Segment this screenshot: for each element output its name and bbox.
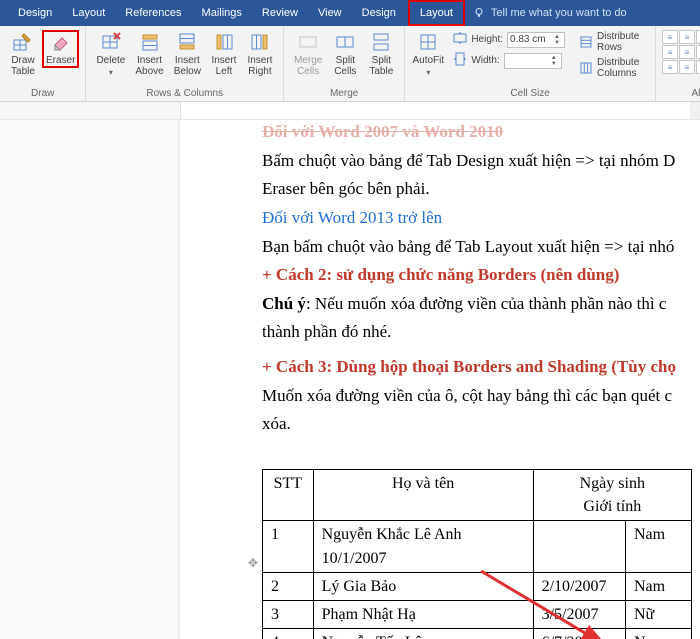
body-text: Muốn xóa đường viền của ô, cột hay bảng … bbox=[262, 384, 700, 409]
method-3-heading: + Cách 3: Dùng hộp thoại Borders and Sha… bbox=[262, 355, 700, 380]
stepper-icon[interactable]: ▲▼ bbox=[552, 34, 562, 46]
width-label: Width: bbox=[471, 55, 499, 66]
body-text: xóa. bbox=[262, 412, 700, 437]
body-text: Eraser bên góc bên phải. bbox=[262, 177, 700, 202]
draw-table-button[interactable]: Draw Table bbox=[6, 30, 40, 79]
ribbon: Draw Table Eraser Draw Delete ▾ bbox=[0, 26, 700, 102]
width-input[interactable]: ▲▼ bbox=[504, 53, 562, 69]
group-merge: Merge Cells Split Cells Split Table Merg… bbox=[284, 26, 405, 101]
body-text: thành phần đó nhé. bbox=[262, 320, 700, 345]
col-name: Họ và tên bbox=[313, 470, 533, 521]
stepper-icon[interactable]: ▲▼ bbox=[549, 55, 559, 67]
table-row[interactable]: 2 Lý Gia Bảo 2/10/2007 Nam bbox=[263, 572, 692, 600]
delete-table-icon bbox=[101, 32, 121, 52]
tell-me-placeholder: Tell me what you want to do bbox=[491, 7, 627, 19]
insert-above-icon bbox=[140, 32, 160, 52]
table-header-row: STT Họ và tên Ngày sinh Giới tính bbox=[263, 470, 692, 521]
body-text: Chú ý: Nếu muốn xóa đường viền của thành… bbox=[262, 292, 700, 317]
distribute-rows-button[interactable]: Distribute Rows bbox=[575, 30, 649, 54]
distribute-columns-icon bbox=[579, 61, 593, 75]
insert-right-icon bbox=[250, 32, 270, 52]
table-row[interactable]: 1 Nguyễn Khắc Lê Anh10/1/2007 Nam bbox=[263, 521, 692, 572]
table-row[interactable]: 3 Phạm Nhật Hạ 3/5/2007 Nữ bbox=[263, 600, 692, 628]
method-2-heading: + Cách 2: sử dụng chức năng Borders (nên… bbox=[262, 263, 700, 288]
group-alignment-label: Alignment bbox=[662, 87, 700, 101]
chevron-down-icon: ▾ bbox=[109, 67, 113, 78]
split-cells-button[interactable]: Split Cells bbox=[328, 30, 362, 79]
col-stt: STT bbox=[263, 470, 314, 521]
insert-below-button[interactable]: Insert Below bbox=[170, 30, 205, 79]
insert-left-icon bbox=[214, 32, 234, 52]
merge-cells-icon bbox=[298, 32, 318, 52]
data-table[interactable]: STT Họ và tên Ngày sinh Giới tính 1 Nguy… bbox=[262, 469, 692, 639]
tab-table-design[interactable]: Design bbox=[352, 0, 406, 26]
ribbon-tabs: Design Layout References Mailings Review… bbox=[0, 0, 700, 26]
table-row[interactable]: 4 Nguyễn Tấn Lộc 6/7/2007 Nam bbox=[263, 629, 692, 639]
insert-below-icon bbox=[177, 32, 197, 52]
document-area: Đối với Word 2007 và Word 2010 Bấm chuột… bbox=[0, 120, 700, 639]
alignment-grid[interactable]: ≡≡≡ ≡≡≡ ≡≡≡ bbox=[662, 30, 700, 74]
group-draw-label: Draw bbox=[6, 87, 79, 101]
body-text: Bạn bấm chuột vào bảng để Tab Layout xuấ… bbox=[262, 235, 700, 260]
col-width-icon bbox=[453, 52, 467, 69]
table-move-handle-icon[interactable]: ✥ bbox=[248, 556, 258, 570]
pencil-table-icon bbox=[13, 32, 33, 52]
subheading-link: Đối với Word 2013 trở lên bbox=[262, 206, 700, 231]
group-draw: Draw Table Eraser Draw bbox=[0, 26, 86, 101]
eraser-button[interactable]: Eraser bbox=[42, 30, 79, 68]
height-label: Height: bbox=[471, 34, 503, 45]
chevron-down-icon: ▾ bbox=[426, 67, 430, 78]
split-table-button[interactable]: Split Table bbox=[364, 30, 398, 79]
tab-design[interactable]: Design bbox=[8, 0, 62, 26]
group-rows-columns: Delete ▾ Insert Above Insert Below Inse bbox=[86, 26, 284, 101]
distribute-columns-button[interactable]: Distribute Columns bbox=[575, 56, 649, 80]
tell-me-search[interactable]: Tell me what you want to do bbox=[473, 7, 627, 19]
body-text: Bấm chuột vào bảng để Tab Design xuất hi… bbox=[262, 149, 700, 174]
group-alignment: ≡≡≡ ≡≡≡ ≡≡≡ A Text Direction Alignment bbox=[656, 26, 700, 101]
tab-table-layout[interactable]: Layout bbox=[408, 0, 465, 26]
tab-mailings[interactable]: Mailings bbox=[192, 0, 252, 26]
group-cell-size: AutoFit ▾ Height: 0.83 cm ▲▼ bbox=[405, 26, 656, 101]
merge-cells-button[interactable]: Merge Cells bbox=[290, 30, 326, 79]
tab-references[interactable]: References bbox=[115, 0, 191, 26]
col-dob-gender: Ngày sinh Giới tính bbox=[533, 470, 691, 521]
insert-left-button[interactable]: Insert Left bbox=[207, 30, 241, 79]
split-cells-icon bbox=[335, 32, 355, 52]
split-table-icon bbox=[371, 32, 391, 52]
tab-layout[interactable]: Layout bbox=[62, 0, 115, 26]
group-merge-label: Merge bbox=[290, 87, 398, 101]
distribute-rows-icon bbox=[579, 35, 593, 49]
autofit-button[interactable]: AutoFit ▾ bbox=[411, 30, 445, 80]
truncated-heading: Đối với Word 2007 và Word 2010 bbox=[262, 120, 700, 145]
group-cell-size-label: Cell Size bbox=[411, 87, 649, 101]
height-input[interactable]: 0.83 cm ▲▼ bbox=[507, 32, 565, 48]
insert-right-button[interactable]: Insert Right bbox=[243, 30, 277, 79]
tab-view[interactable]: View bbox=[308, 0, 352, 26]
group-rows-columns-label: Rows & Columns bbox=[92, 87, 277, 101]
horizontal-ruler[interactable] bbox=[0, 102, 700, 120]
bulb-icon bbox=[473, 7, 485, 19]
eraser-icon bbox=[51, 32, 71, 52]
delete-button[interactable]: Delete ▾ bbox=[92, 30, 129, 80]
insert-above-button[interactable]: Insert Above bbox=[131, 30, 167, 79]
autofit-icon bbox=[418, 32, 438, 52]
row-height-icon bbox=[453, 31, 467, 48]
tab-review[interactable]: Review bbox=[252, 0, 308, 26]
